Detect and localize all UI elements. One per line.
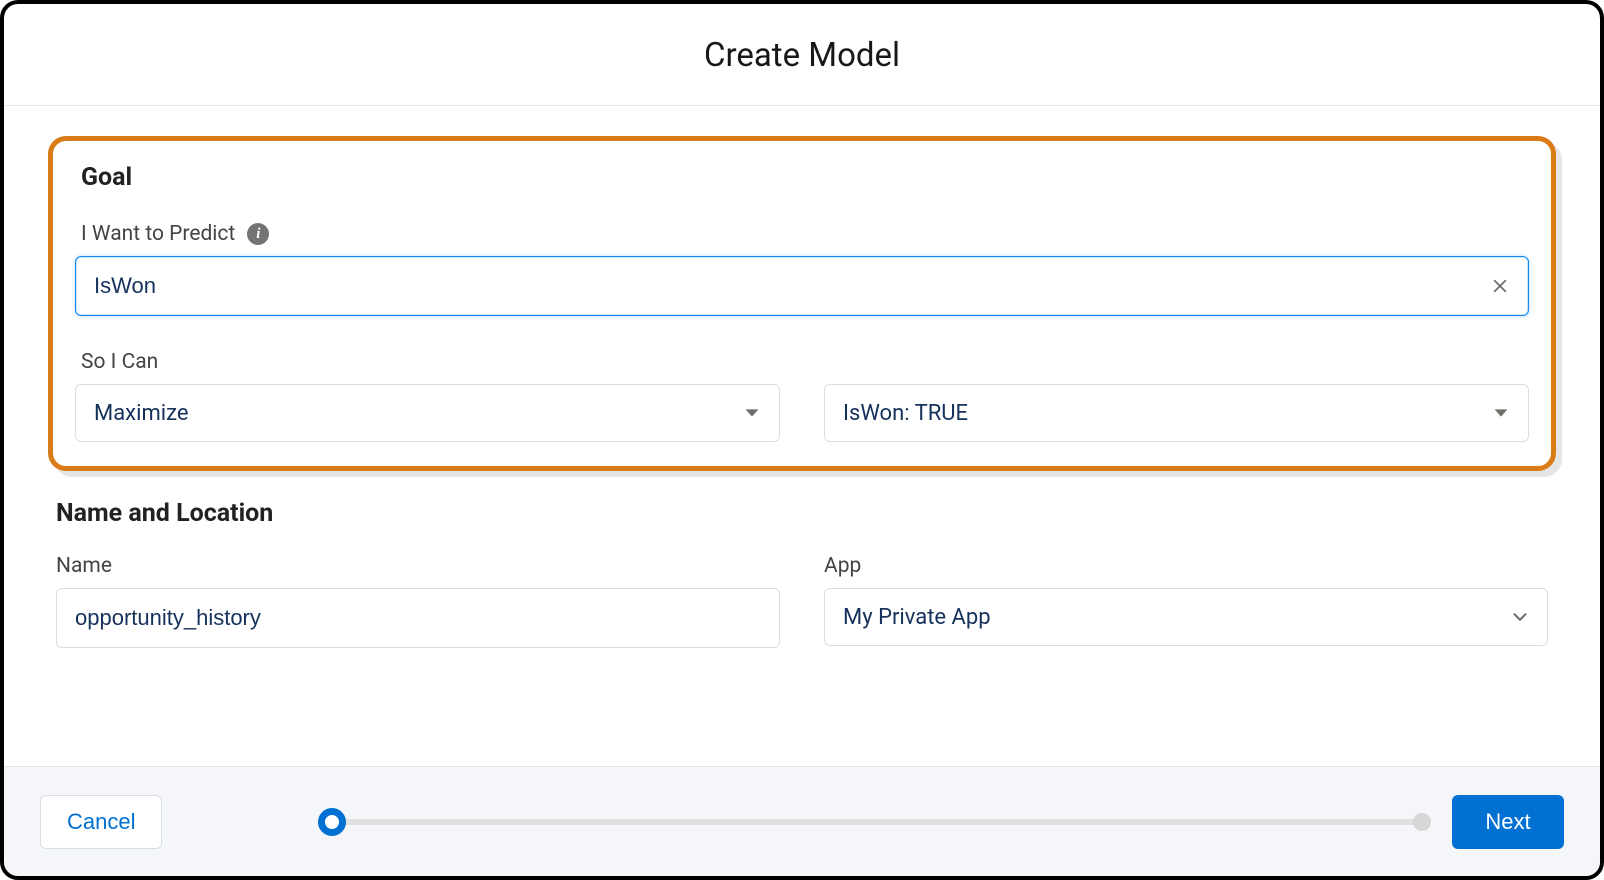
name-location-section: Name and Location Name App My Private Ap…: [48, 499, 1556, 648]
progress-step-current: [318, 808, 346, 836]
dialog-title: Create Model: [4, 36, 1600, 75]
chevron-down-icon: [1490, 402, 1512, 424]
dialog-header: Create Model: [4, 4, 1600, 106]
chevron-down-icon: [1509, 606, 1531, 628]
progress-indicator: [162, 819, 1452, 825]
predict-input[interactable]: [75, 256, 1529, 316]
name-input[interactable]: [56, 588, 780, 648]
goal-section-highlighted: Goal I Want to Predict i So I Can: [48, 136, 1556, 471]
dialog-footer: Cancel Next: [4, 766, 1600, 876]
app-select[interactable]: My Private App: [824, 588, 1548, 646]
so-i-can-label-row: So I Can: [75, 350, 1529, 374]
chevron-down-icon: [741, 402, 763, 424]
progress-track: [332, 819, 1422, 825]
app-label: App: [824, 554, 861, 578]
maximize-select[interactable]: Maximize: [75, 384, 780, 442]
clear-icon[interactable]: [1485, 271, 1515, 301]
predict-label-row: I Want to Predict i: [75, 222, 1529, 246]
cancel-button[interactable]: Cancel: [40, 795, 162, 849]
name-label: Name: [56, 554, 112, 578]
name-location-heading: Name and Location: [56, 499, 1548, 528]
maximize-select-value: Maximize: [94, 401, 189, 426]
progress-step-upcoming: [1413, 813, 1431, 831]
app-select-value: My Private App: [843, 605, 991, 630]
so-i-can-label: So I Can: [81, 350, 158, 374]
predict-label: I Want to Predict: [81, 222, 235, 246]
predict-input-wrap: [75, 256, 1529, 316]
create-model-dialog: Create Model Goal I Want to Predict i So…: [0, 0, 1604, 880]
target-value-select-value: IsWon: TRUE: [843, 401, 968, 426]
info-icon[interactable]: i: [247, 223, 269, 245]
target-value-select[interactable]: IsWon: TRUE: [824, 384, 1529, 442]
goal-heading: Goal: [75, 163, 1529, 192]
next-button[interactable]: Next: [1452, 795, 1564, 849]
dialog-body: Goal I Want to Predict i So I Can: [4, 106, 1600, 766]
